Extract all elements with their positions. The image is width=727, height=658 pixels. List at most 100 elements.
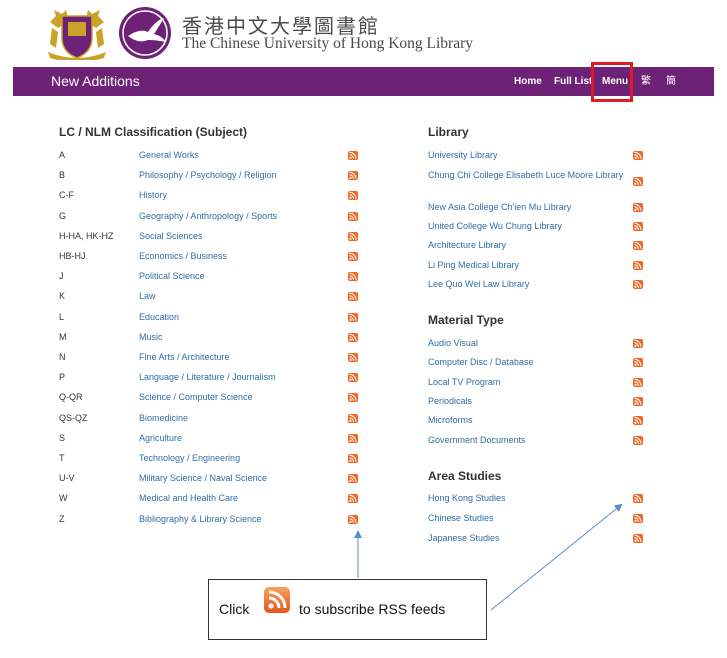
lc-subject-link[interactable]: Science / Computer Science bbox=[139, 389, 253, 405]
cuhk-bird-logo bbox=[118, 6, 172, 60]
lc-code: H-HA, HK-HZ bbox=[59, 231, 114, 241]
rss-icon[interactable] bbox=[633, 397, 643, 406]
nav-full-list-link[interactable]: Full List bbox=[554, 67, 592, 96]
menu-highlight-box bbox=[591, 62, 633, 102]
material-link[interactable]: Microforms bbox=[428, 412, 473, 428]
rss-icon[interactable] bbox=[348, 353, 358, 362]
lc-subject-link[interactable]: Fine Arts / Architecture bbox=[139, 349, 230, 365]
page-title: New Additions bbox=[51, 73, 140, 89]
rss-icon[interactable] bbox=[348, 373, 358, 382]
lc-subject-link[interactable]: Military Science / Naval Science bbox=[139, 470, 267, 486]
lc-subject-link[interactable]: Biomedicine bbox=[139, 410, 188, 426]
lc-subject-link[interactable]: Agriculture bbox=[139, 430, 182, 446]
material-link[interactable]: Periodicals bbox=[428, 393, 472, 409]
rss-icon[interactable] bbox=[348, 191, 358, 200]
rss-icon[interactable] bbox=[633, 203, 643, 212]
rss-icon[interactable] bbox=[348, 434, 358, 443]
rss-icon[interactable] bbox=[633, 151, 643, 160]
area-studies-heading: Area Studies bbox=[428, 469, 502, 483]
lc-code: HB-HJ bbox=[59, 251, 86, 261]
rss-icon[interactable] bbox=[633, 514, 643, 523]
rss-icon[interactable] bbox=[633, 222, 643, 231]
rss-icon[interactable] bbox=[348, 393, 358, 402]
library-link[interactable]: New Asia College Ch'ien Mu Library bbox=[428, 199, 571, 215]
library-name-english: The Chinese University of Hong Kong Libr… bbox=[182, 35, 473, 52]
lc-subject-link[interactable]: Music bbox=[139, 329, 163, 345]
rss-icon[interactable] bbox=[348, 292, 358, 301]
rss-icon[interactable] bbox=[633, 534, 643, 543]
lc-subject-link[interactable]: Philosophy / Psychology / Religion bbox=[139, 167, 277, 183]
lc-code: G bbox=[59, 211, 67, 221]
lc-code: A bbox=[59, 150, 66, 160]
nav-traditional-chinese-link[interactable]: 繁 bbox=[641, 67, 651, 96]
rss-icon[interactable] bbox=[633, 416, 643, 425]
lc-code: C-F bbox=[59, 190, 74, 200]
lc-code: S bbox=[59, 433, 66, 443]
rss-icon[interactable] bbox=[348, 333, 358, 342]
lc-subject-link[interactable]: Bibliography & Library Science bbox=[139, 511, 262, 527]
rss-icon[interactable] bbox=[633, 241, 643, 250]
rss-icon[interactable] bbox=[348, 414, 358, 423]
rss-icon[interactable] bbox=[633, 261, 643, 270]
cuhk-crest-logo bbox=[44, 8, 110, 62]
rss-icon[interactable] bbox=[348, 474, 358, 483]
annotation-click-text: Click bbox=[219, 601, 250, 617]
lc-subject-link[interactable]: Political Science bbox=[139, 268, 205, 284]
lc-subject-link[interactable]: Law bbox=[139, 288, 156, 304]
nav-simplified-chinese-link[interactable]: 簡 bbox=[666, 67, 676, 96]
library-link[interactable]: Chung Chi College Elisabeth Luce Moore L… bbox=[428, 169, 628, 195]
lc-subject-link[interactable]: Medical and Health Care bbox=[139, 490, 238, 506]
nav-home-link[interactable]: Home bbox=[514, 67, 542, 96]
lc-subject-link[interactable]: General Works bbox=[139, 147, 199, 163]
material-link[interactable]: Government Documents bbox=[428, 432, 526, 448]
rss-icon[interactable] bbox=[633, 177, 643, 186]
rss-icon[interactable] bbox=[348, 171, 358, 180]
rss-icon[interactable] bbox=[633, 378, 643, 387]
material-link[interactable]: Local TV Program bbox=[428, 374, 500, 390]
rss-icon[interactable] bbox=[633, 339, 643, 348]
annotation-subscribe-text: to subscribe RSS feeds bbox=[299, 601, 446, 617]
rss-icon[interactable] bbox=[633, 280, 643, 289]
area-link[interactable]: Chinese Studies bbox=[428, 510, 494, 526]
library-link[interactable]: Lee Quo Wei Law Library bbox=[428, 276, 529, 292]
lc-code: Q-QR bbox=[59, 392, 83, 402]
library-link[interactable]: Architecture Library bbox=[428, 237, 506, 253]
library-link[interactable]: University Library bbox=[428, 147, 498, 163]
rss-icon[interactable] bbox=[348, 212, 358, 221]
lc-classification-heading: LC / NLM Classification (Subject) bbox=[59, 125, 248, 139]
lc-code: Z bbox=[59, 514, 65, 524]
lc-subject-link[interactable]: Economics / Business bbox=[139, 248, 227, 264]
library-link[interactable]: Li Ping Medical Library bbox=[428, 257, 519, 273]
lc-code: J bbox=[59, 271, 64, 281]
lc-code: P bbox=[59, 372, 66, 382]
rss-icon[interactable] bbox=[348, 313, 358, 322]
library-heading: Library bbox=[428, 125, 469, 139]
rss-icon[interactable] bbox=[348, 272, 358, 281]
lc-subject-link[interactable]: Education bbox=[139, 309, 179, 325]
rss-icon[interactable] bbox=[348, 151, 358, 160]
arrow-to-area-rss bbox=[490, 503, 623, 611]
lc-subject-link[interactable]: Geography / Anthropology / Sports bbox=[139, 208, 277, 224]
area-link[interactable]: Japanese Studies bbox=[428, 530, 500, 546]
lc-subject-link[interactable]: Social Sciences bbox=[139, 228, 203, 244]
lc-subject-link[interactable]: Technology / Engineering bbox=[139, 450, 240, 466]
lc-subject-link[interactable]: History bbox=[139, 187, 167, 203]
lc-subject-link[interactable]: Language / Literature / Journalism bbox=[139, 369, 276, 385]
rss-icon[interactable] bbox=[633, 494, 643, 503]
lc-code: W bbox=[59, 493, 68, 503]
rss-icon[interactable] bbox=[348, 515, 358, 524]
area-link[interactable]: Hong Kong Studies bbox=[428, 490, 506, 506]
lc-code: L bbox=[59, 312, 65, 322]
material-link[interactable]: Audio Visual bbox=[428, 335, 478, 351]
rss-icon[interactable] bbox=[348, 252, 358, 261]
rss-icon[interactable] bbox=[348, 454, 358, 463]
rss-icon[interactable] bbox=[633, 358, 643, 367]
material-link[interactable]: Computer Disc / Database bbox=[428, 354, 534, 370]
lc-code: M bbox=[59, 332, 67, 342]
material-type-heading: Material Type bbox=[428, 313, 504, 327]
rss-icon[interactable] bbox=[348, 494, 358, 503]
rss-icon[interactable] bbox=[633, 436, 643, 445]
lc-code: B bbox=[59, 170, 66, 180]
library-link[interactable]: United College Wu Chung Library bbox=[428, 218, 562, 234]
rss-icon[interactable] bbox=[348, 232, 358, 241]
